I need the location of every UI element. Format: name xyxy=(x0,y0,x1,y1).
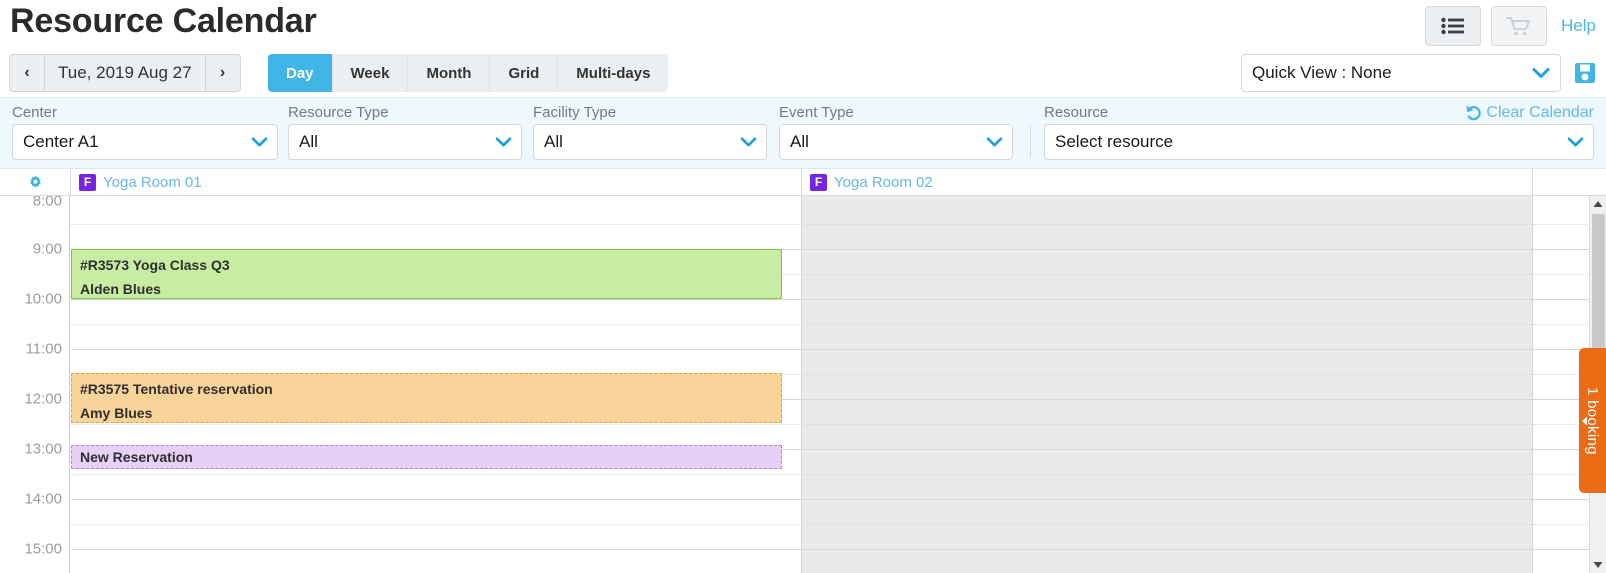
resource-column-yoga-room-02[interactable] xyxy=(802,196,1533,573)
half-hour-line xyxy=(71,474,1606,475)
resource-column-header-1: F Yoga Room 01 xyxy=(71,169,802,195)
list-view-button[interactable] xyxy=(1425,6,1482,46)
time-label: 12:00 xyxy=(24,390,62,408)
filter-resource-type: Resource Type All xyxy=(288,104,522,160)
time-label: 9:00 xyxy=(32,240,62,258)
chevron-down-icon xyxy=(1532,68,1550,78)
scroll-up-arrow-icon[interactable] xyxy=(1593,200,1604,208)
filter-facility-type: Facility Type All xyxy=(533,104,767,160)
save-quick-view-button[interactable] xyxy=(1574,62,1596,89)
chevron-down-icon xyxy=(986,137,1003,147)
chevron-down-icon xyxy=(740,137,757,147)
calendar-settings-button[interactable] xyxy=(0,169,71,195)
event-title: #R3573 Yoga Class Q3 xyxy=(80,257,230,273)
resource-name-yoga-room-02[interactable]: Yoga Room 02 xyxy=(834,174,933,191)
filter-facility-type-select[interactable]: All xyxy=(533,124,767,160)
list-icon xyxy=(1441,17,1465,35)
filter-resource-type-value: All xyxy=(299,132,318,151)
page-title: Resource Calendar xyxy=(10,2,317,40)
caret-left-icon xyxy=(1582,416,1587,425)
clear-calendar-button[interactable]: Clear Calendar xyxy=(1464,104,1594,122)
time-gutter: 8:00 9:00 10:00 11:00 12:00 13:00 14:00 … xyxy=(0,196,70,573)
tab-week[interactable]: Week xyxy=(332,54,409,92)
half-hour-line xyxy=(71,524,1606,525)
resource-name-yoga-room-01[interactable]: Yoga Room 01 xyxy=(103,174,202,191)
event-subtitle: Alden Blues xyxy=(80,281,161,297)
filter-center-label: Center xyxy=(12,104,58,121)
date-navigator: ‹ Tue, 2019 Aug 27 › xyxy=(9,54,241,92)
hour-line xyxy=(71,349,1606,350)
calendar-grid: 8:00 9:00 10:00 11:00 12:00 13:00 14:00 … xyxy=(0,196,1606,573)
view-tab-group: Day Week Month Grid Multi-days xyxy=(268,54,669,92)
resource-column-header-2: F Yoga Room 02 xyxy=(802,169,1533,195)
chevron-down-icon xyxy=(495,137,512,147)
filter-event-type: Event Type All xyxy=(779,104,1013,160)
cart-icon xyxy=(1506,17,1531,36)
time-label: 8:00 xyxy=(32,196,62,210)
facility-badge: F xyxy=(79,173,96,191)
tab-grid[interactable]: Grid xyxy=(490,54,559,92)
filter-bar: Center Center A1 Resource Type All Facil… xyxy=(0,97,1606,169)
tab-day[interactable]: Day xyxy=(268,54,333,92)
event-block-new-reservation[interactable]: New Reservation xyxy=(71,445,782,469)
time-label: 13:00 xyxy=(24,440,62,458)
event-title: New Reservation xyxy=(80,449,193,465)
nav-bar: ‹ Tue, 2019 Aug 27 › Day Week Month Grid… xyxy=(0,52,1606,97)
current-date-label[interactable]: Tue, 2019 Aug 27 xyxy=(45,55,205,91)
filter-center-select[interactable]: Center A1 xyxy=(12,124,278,160)
clear-calendar-label: Clear Calendar xyxy=(1486,104,1594,121)
resource-header-row: F Yoga Room 01 F Yoga Room 02 xyxy=(0,169,1606,196)
filter-resource-value: Select resource xyxy=(1055,132,1174,151)
title-bar: Resource Calendar Help xyxy=(0,0,1606,52)
hour-line xyxy=(71,299,1606,300)
filter-event-type-value: All xyxy=(790,132,809,151)
cart-button[interactable] xyxy=(1491,6,1548,46)
filter-center-value: Center A1 xyxy=(23,132,99,151)
tab-month[interactable]: Month xyxy=(408,54,491,92)
time-label: 15:00 xyxy=(24,540,62,558)
save-icon xyxy=(1575,63,1595,83)
hour-line xyxy=(71,549,1606,550)
event-block-r3573[interactable]: #R3573 Yoga Class Q3 Alden Blues xyxy=(71,249,782,299)
facility-badge: F xyxy=(810,173,827,191)
scroll-down-arrow-icon[interactable] xyxy=(1593,561,1604,569)
filter-facility-type-label: Facility Type xyxy=(533,104,617,121)
gear-icon xyxy=(29,175,41,188)
event-title: #R3575 Tentative reservation xyxy=(80,381,273,397)
filter-center: Center Center A1 xyxy=(12,104,278,160)
time-label: 14:00 xyxy=(24,490,62,508)
header-actions: Help xyxy=(1425,6,1606,46)
filter-event-type-select[interactable]: All xyxy=(779,124,1013,160)
time-label: 11:00 xyxy=(25,340,62,358)
quick-view-dropdown-wrapper: Quick View : None xyxy=(1241,54,1561,92)
event-subtitle: Amy Blues xyxy=(80,405,153,421)
next-date-button[interactable]: › xyxy=(204,55,240,91)
filter-event-type-label: Event Type xyxy=(779,104,854,121)
half-hour-line xyxy=(71,224,1606,225)
event-block-r3575[interactable]: #R3575 Tentative reservation Amy Blues xyxy=(71,373,782,423)
grid-columns-area: #R3573 Yoga Class Q3 Alden Blues #R3575 … xyxy=(71,196,1606,573)
tab-multi-days[interactable]: Multi-days xyxy=(558,54,669,92)
filter-resource-type-label: Resource Type xyxy=(288,104,389,121)
filter-resource-type-select[interactable]: All xyxy=(288,124,522,160)
filter-facility-type-value: All xyxy=(544,132,563,151)
undo-icon xyxy=(1466,105,1482,121)
prev-date-button[interactable]: ‹ xyxy=(10,55,45,91)
half-hour-line xyxy=(71,324,1606,325)
booking-panel-tab[interactable]: 1 booking xyxy=(1579,348,1606,493)
chevron-down-icon xyxy=(1567,137,1584,147)
chevron-down-icon xyxy=(251,137,268,147)
filter-resource-select[interactable]: Select resource xyxy=(1044,124,1594,160)
half-hour-line xyxy=(71,424,1606,425)
quick-view-value: Quick View : None xyxy=(1252,63,1392,82)
filter-divider xyxy=(1030,126,1031,158)
quick-view-dropdown[interactable]: Quick View : None xyxy=(1241,54,1561,92)
help-link[interactable]: Help xyxy=(1561,16,1596,36)
hour-line xyxy=(71,499,1606,500)
time-label: 10:00 xyxy=(24,290,62,308)
